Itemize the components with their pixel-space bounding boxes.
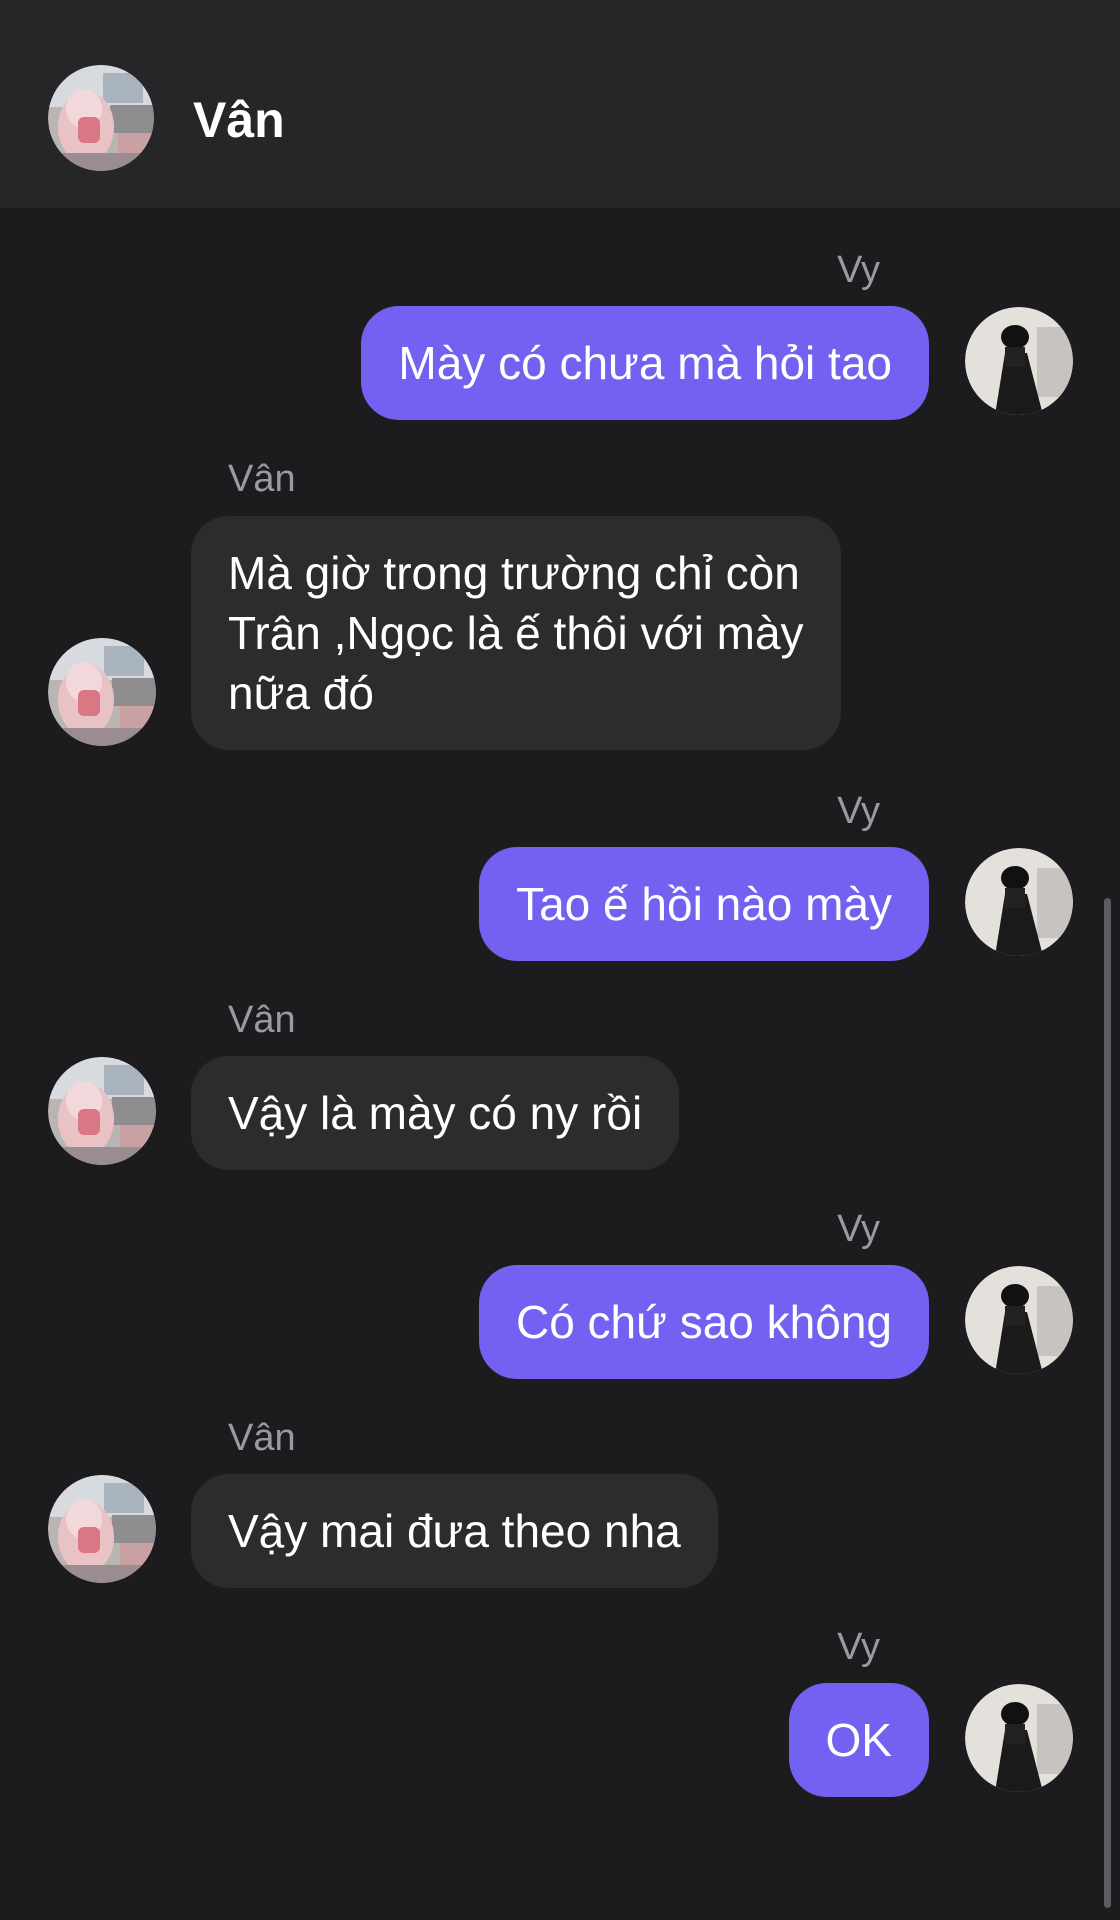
message-list[interactable]: Vy Mày có chưa mà hỏi tao Vân Mà giờ tro… — [0, 208, 1120, 1920]
my-avatar[interactable] — [965, 1684, 1073, 1792]
contact-name: Vân — [193, 92, 285, 148]
my-avatar[interactable] — [965, 1266, 1073, 1374]
contact-avatar[interactable] — [48, 1475, 156, 1583]
outgoing-message-bubble[interactable]: Mày có chưa mà hỏi tao — [361, 306, 929, 420]
outgoing-message-bubble[interactable]: Tao ế hồi nào mày — [479, 847, 929, 961]
sender-name: Vân — [228, 999, 296, 1041]
sender-name: Vân — [228, 1417, 296, 1459]
chat-header: Vân — [0, 0, 1120, 208]
sender-name: Vân — [228, 458, 296, 500]
outgoing-message-bubble[interactable]: Có chứ sao không — [478, 1265, 929, 1379]
contact-avatar[interactable] — [48, 1057, 156, 1165]
outgoing-message-bubble[interactable]: OK — [788, 1683, 929, 1797]
incoming-message-bubble[interactable]: Vậy mai đưa theo nha — [191, 1474, 718, 1588]
my-avatar[interactable] — [965, 848, 1073, 956]
sender-name: Vy — [837, 1208, 880, 1250]
incoming-message-bubble[interactable]: Vậy là mày có ny rồi — [191, 1056, 680, 1170]
sender-name: Vy — [837, 790, 880, 832]
contact-avatar[interactable] — [48, 638, 156, 746]
chat-screen: Vân Vy Mày có chưa mà hỏi tao Vân Mà giờ… — [0, 0, 1120, 1920]
incoming-message-bubble[interactable]: Mà giờ trong trường chỉ còn Trân ,Ngọc l… — [191, 516, 841, 750]
sender-name: Vy — [837, 249, 880, 291]
contact-avatar[interactable] — [48, 65, 154, 171]
scrollbar[interactable] — [1104, 898, 1111, 1908]
my-avatar[interactable] — [965, 307, 1073, 415]
sender-name: Vy — [837, 1626, 880, 1668]
